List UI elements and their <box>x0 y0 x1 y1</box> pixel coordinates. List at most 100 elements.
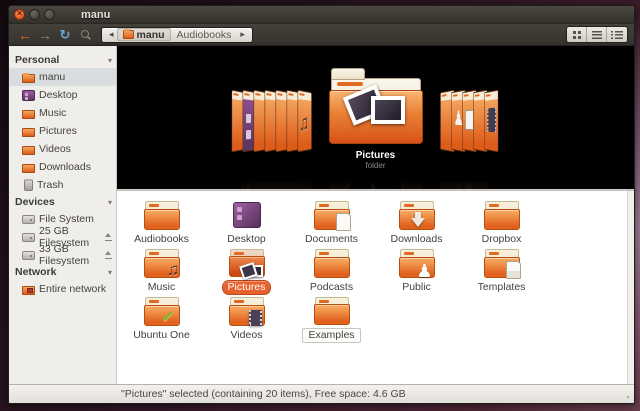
folder-icon <box>314 249 350 278</box>
grid-item-podcasts[interactable]: Podcasts <box>289 247 374 295</box>
sidebar-item-label: 33 GB Filesystem <box>39 243 104 267</box>
item-label: Examples <box>302 328 360 343</box>
sidebar-item-trash[interactable]: Trash <box>9 176 116 194</box>
grid-item-music[interactable]: ♫ Music <box>119 247 204 295</box>
item-label: Desktop <box>222 233 271 246</box>
folder-icon <box>399 201 435 230</box>
sidebar-item-label: Trash <box>37 179 63 191</box>
grid-item-dropbox[interactable]: Dropbox <box>459 199 544 247</box>
chevron-down-icon[interactable]: ▾ <box>108 56 112 65</box>
close-button[interactable] <box>14 9 25 20</box>
sidebar-section-personal[interactable]: Personal ▾ <box>9 52 116 68</box>
item-label: Templates <box>473 281 531 294</box>
folder-icon <box>123 30 134 39</box>
grid-item-downloads[interactable]: Downloads <box>374 199 459 247</box>
minimize-button[interactable] <box>29 9 40 20</box>
status-text: "Pictures" selected (containing 20 items… <box>121 388 406 400</box>
sidebar-item-33gb-filesystem[interactable]: 33 GB Filesystem <box>9 246 116 264</box>
sidebar-item-label: File System <box>39 213 94 225</box>
drive-icon <box>22 251 35 260</box>
breadcrumb-segment-manu[interactable]: manu <box>117 28 171 41</box>
sidebar-item-label: Music <box>39 107 66 119</box>
section-title: Network <box>15 266 108 278</box>
coverflow-center-item[interactable]: Pictures folder <box>321 68 431 170</box>
videos-folder-icon <box>22 146 35 155</box>
grid-item-pictures[interactable]: Pictures <box>204 247 289 295</box>
sidebar-item-desktop[interactable]: Desktop <box>9 86 116 104</box>
sidebar-item-pictures[interactable]: Pictures <box>9 122 116 140</box>
window-title: manu <box>81 9 110 21</box>
coverflow-pane[interactable]: Pictures folder <box>117 46 634 189</box>
vertical-scrollbar[interactable] <box>627 191 634 384</box>
titlebar[interactable]: manu <box>9 6 634 24</box>
icon-view-pane[interactable]: Audiobooks Desktop Documents Downloads <box>117 191 634 384</box>
item-label: Audiobooks <box>129 233 194 246</box>
sidebar-item-entire-network[interactable]: Entire network <box>9 280 116 298</box>
back-icon[interactable]: ← <box>15 28 35 42</box>
sidebar-section-network[interactable]: Network ▾ <box>9 264 116 280</box>
pictures-folder-large-icon[interactable] <box>329 68 423 144</box>
item-label: Downloads <box>386 233 448 246</box>
section-title: Personal <box>15 54 108 66</box>
toolbar: ← → ↻ ◂ manu Audiobooks ▸ <box>9 24 634 46</box>
sidebar-item-music[interactable]: Music <box>9 104 116 122</box>
eject-icon[interactable] <box>104 251 111 259</box>
music-folder-icon <box>22 110 35 119</box>
download-arrow-emblem-icon <box>411 218 425 227</box>
pictures-folder-icon <box>22 128 35 137</box>
chevron-down-icon[interactable]: ▾ <box>108 198 112 207</box>
sidebar-item-videos[interactable]: Videos <box>9 140 116 158</box>
music-note-emblem-icon: ♫ <box>167 260 180 280</box>
breadcrumb-segment-audiobooks[interactable]: Audiobooks <box>171 29 238 41</box>
sidebar-item-downloads[interactable]: Downloads <box>9 158 116 176</box>
drive-icon <box>22 233 35 242</box>
item-label: Documents <box>300 233 363 246</box>
maximize-button[interactable] <box>44 9 55 20</box>
coverflow-cover[interactable] <box>484 90 498 153</box>
eject-icon[interactable] <box>104 233 111 241</box>
search-icon[interactable] <box>77 28 93 42</box>
list-view-button[interactable] <box>587 27 607 42</box>
file-manager-window: manu ← → ↻ ◂ manu Audiobooks ▸ Personal … <box>8 5 635 404</box>
item-label: Videos <box>226 329 268 342</box>
resize-grip[interactable] <box>621 390 631 400</box>
folder-icon <box>484 201 520 230</box>
refresh-icon[interactable]: ↻ <box>55 28 75 42</box>
folder-icon <box>229 297 265 326</box>
grid-item-videos[interactable]: Videos <box>204 295 289 343</box>
compact-view-icon <box>607 27 627 42</box>
item-label: Dropbox <box>477 233 527 246</box>
sidebar-item-manu[interactable]: manu <box>9 68 116 86</box>
downloads-folder-icon <box>22 164 35 173</box>
folder-icon <box>314 297 350 325</box>
coverflow-cover[interactable] <box>297 90 311 153</box>
breadcrumb-next-icon[interactable]: ▸ <box>237 29 248 40</box>
breadcrumb: ◂ manu Audiobooks ▸ <box>101 27 253 43</box>
sidebar-item-label: manu <box>39 71 65 83</box>
folder-dash <box>337 82 363 86</box>
grid-item-audiobooks[interactable]: Audiobooks <box>119 199 204 247</box>
grid-item-public[interactable]: ♟ Public <box>374 247 459 295</box>
grid-item-templates[interactable]: Templates <box>459 247 544 295</box>
folder-icon: ✔ <box>144 297 180 326</box>
check-emblem-icon: ✔ <box>161 307 174 327</box>
grid-item-examples[interactable]: Examples <box>289 295 374 343</box>
icon-view-button[interactable] <box>567 27 587 42</box>
sidebar: Personal ▾ manu Desktop Music Pictures <box>9 46 117 384</box>
coverflow-item-label: Pictures <box>321 150 431 161</box>
item-label: Ubuntu One <box>128 329 195 342</box>
grid-item-documents[interactable]: Documents <box>289 199 374 247</box>
grid-item-ubuntu-one[interactable]: ✔ Ubuntu One <box>119 295 204 343</box>
item-label: Public <box>397 281 436 294</box>
sidebar-section-devices[interactable]: Devices ▾ <box>9 194 116 210</box>
grid-item-desktop[interactable]: Desktop <box>204 199 289 247</box>
breadcrumb-prev-icon[interactable]: ◂ <box>106 29 117 40</box>
folder-tab <box>331 68 365 80</box>
chevron-down-icon[interactable]: ▾ <box>108 268 112 277</box>
compact-view-button[interactable] <box>607 27 627 42</box>
item-label: Music <box>143 281 180 294</box>
forward-icon[interactable]: → <box>35 28 55 42</box>
section-title: Devices <box>15 196 108 208</box>
sidebar-item-label: Pictures <box>39 125 77 137</box>
content-area: Pictures folder Audiobooks <box>117 46 634 384</box>
